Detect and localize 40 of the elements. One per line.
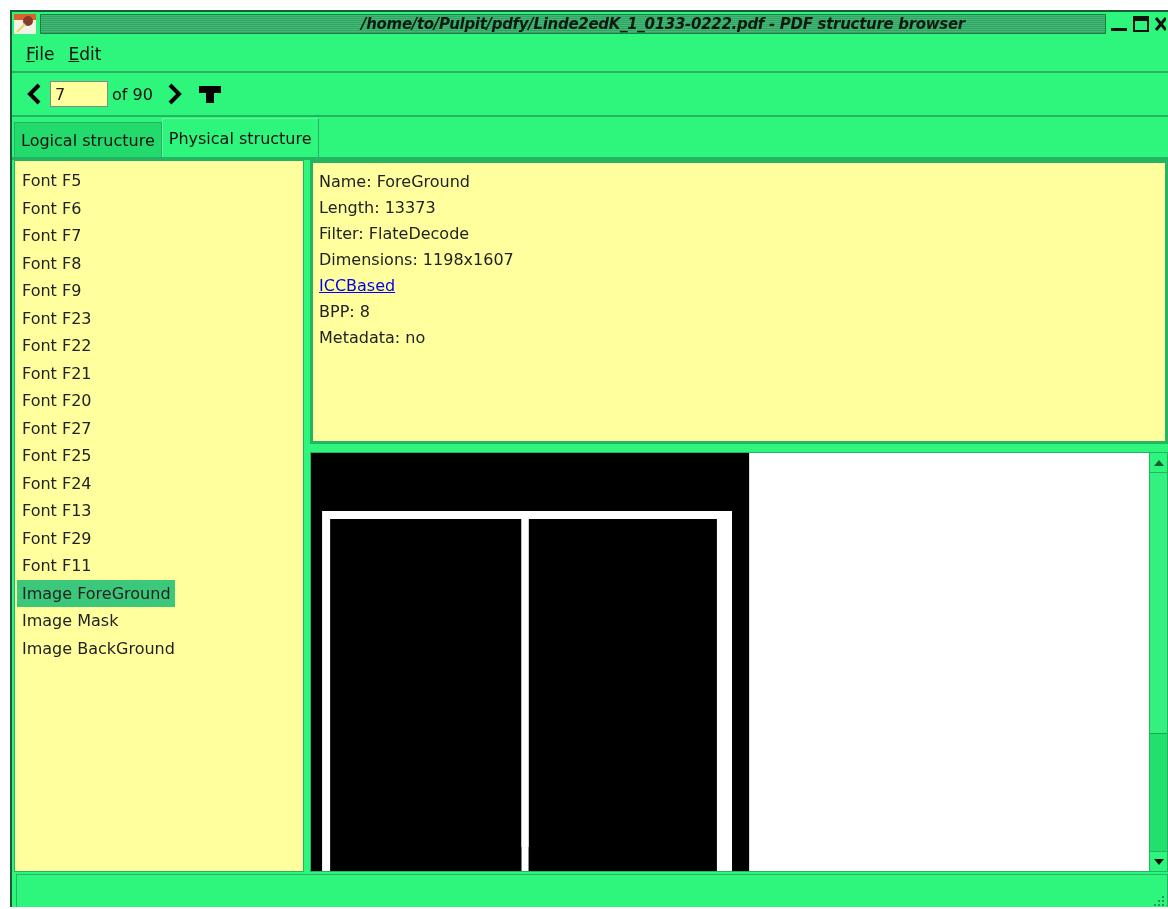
menu-item[interactable]: Edit xyxy=(68,43,102,64)
resize-grip-icon[interactable] xyxy=(1151,895,1165,907)
page-number-field[interactable]: 7 xyxy=(50,81,108,107)
app-icon xyxy=(14,14,36,34)
down-arrow-icon xyxy=(1153,858,1164,865)
detail-line: Name: ForeGround xyxy=(319,171,471,193)
menu-item[interactable]: File xyxy=(26,43,55,64)
window-title: /home/to/Pulpit/pdfy/Linde2edK_1_0133-0222.pdf - PDF structure browser xyxy=(361,15,965,33)
list-item[interactable]: Font F27 xyxy=(17,414,96,442)
scrollbar[interactable] xyxy=(1149,453,1167,871)
list-item[interactable]: Font F13 xyxy=(17,497,96,525)
scrollbar-thumb[interactable] xyxy=(1150,473,1167,734)
list-item[interactable]: Font F25 xyxy=(17,442,96,470)
detail-line: BPP: 8 xyxy=(319,301,370,323)
list-item[interactable]: Font F21 xyxy=(17,359,96,387)
list-item[interactable]: Font F9 xyxy=(17,277,86,305)
list-item[interactable]: Image BackGround xyxy=(17,634,179,662)
detail-line: Filter: FlateDecode xyxy=(319,223,470,245)
list-item[interactable]: Font F24 xyxy=(17,469,96,497)
list-item[interactable]: Font F23 xyxy=(17,304,96,332)
list-item[interactable]: Font F20 xyxy=(17,387,96,415)
list-item[interactable]: Image Mask xyxy=(17,607,123,635)
list-item[interactable]: Font F8 xyxy=(17,249,86,277)
detail-line: Metadata: no xyxy=(319,327,426,349)
tab[interactable]: Logical structure xyxy=(14,122,162,157)
page-count: of 90 xyxy=(112,84,153,104)
close-icon[interactable] xyxy=(1154,15,1166,33)
list-item[interactable]: Font F22 xyxy=(17,332,96,360)
tab[interactable]: Physical structure xyxy=(161,118,319,157)
list-item[interactable]: Image ForeGround xyxy=(17,579,175,607)
maximize-icon[interactable] xyxy=(1132,15,1150,33)
color-space-link[interactable]: ICCBased xyxy=(319,273,396,299)
list-item[interactable]: Font F5 xyxy=(17,167,86,195)
list-item[interactable]: Font F7 xyxy=(17,222,86,250)
list-item[interactable]: Font F29 xyxy=(17,524,96,552)
detail-line: Dimensions: 1198x1607 xyxy=(319,249,514,271)
list-item[interactable]: Font F6 xyxy=(17,194,86,222)
detail-line: Length: 13373 xyxy=(319,197,436,219)
up-arrow-icon xyxy=(1153,459,1164,466)
list-item[interactable]: Font F11 xyxy=(17,552,96,580)
